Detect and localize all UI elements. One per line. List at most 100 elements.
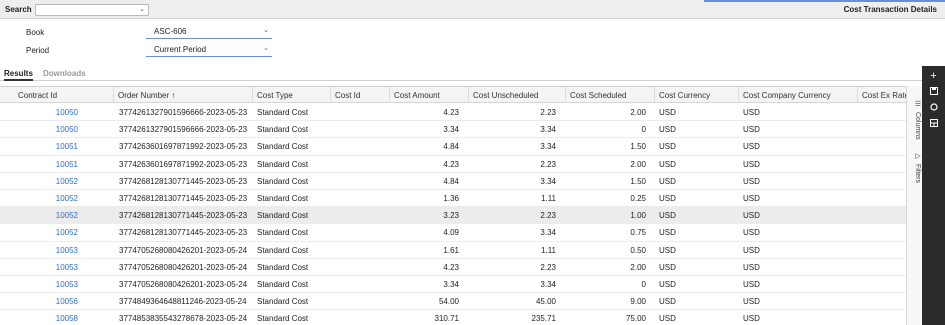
table-row[interactable]: 10053 3774705268080426201-2023-05-24 Stand… bbox=[0, 259, 906, 276]
contract-id-link[interactable]: 10056 bbox=[14, 297, 78, 306]
period-select[interactable]: Current Period ⌄ bbox=[146, 42, 272, 57]
columns-panel-toggle[interactable]: ☰ Columns bbox=[909, 100, 921, 140]
cost-currency-cell: USD bbox=[659, 142, 676, 152]
table-row[interactable]: 10052 3774268128130771445-2023-05-23 Stand… bbox=[0, 173, 906, 190]
contract-id-link[interactable]: 10052 bbox=[14, 211, 78, 220]
table-row[interactable]: 10051 3774263601697871992-2023-05-23 Stand… bbox=[0, 138, 906, 156]
column-header-cost-id[interactable]: Cost Id bbox=[331, 87, 390, 103]
cost-amount-cell: 4.23 bbox=[443, 108, 459, 117]
book-select[interactable]: ASC-606 ⌄ bbox=[146, 24, 272, 39]
columns-icon: ☰ bbox=[914, 100, 921, 108]
tab-downloads[interactable]: Downloads bbox=[43, 69, 86, 78]
right-action-rail: + bbox=[922, 66, 945, 325]
search-select[interactable]: ⌄ bbox=[35, 4, 149, 16]
table-row[interactable]: 10050 377426132790159666б-2023-05-23 Stand… bbox=[0, 104, 906, 122]
cost-currency-cell: USD bbox=[659, 262, 676, 272]
cost-unscheduled-cell: 235.71 bbox=[531, 314, 556, 324]
filters-label: Filters bbox=[914, 163, 921, 184]
order-number-cell: 3774268128130771445-2023-05-23 bbox=[119, 176, 248, 186]
cost-unscheduled-cell: 1.11 bbox=[541, 245, 556, 255]
contract-id-link[interactable]: 10052 bbox=[14, 177, 78, 186]
cost-currency-cell: USD bbox=[659, 125, 676, 135]
column-header-cost-currency[interactable]: Cost Currency bbox=[655, 87, 739, 103]
cost-type-cell: Standard Cost bbox=[257, 280, 309, 289]
contract-id-link[interactable]: 10058 bbox=[14, 314, 78, 323]
cost-amount-cell: 4.84 bbox=[443, 176, 459, 186]
cost-amount-cell: 1.36 bbox=[443, 194, 459, 203]
cost-amount-cell: 54.00 bbox=[438, 297, 459, 307]
cost-currency-cell: USD bbox=[659, 108, 676, 117]
tool-panel-sidebar: ☰ Columns ▷ Filters bbox=[906, 86, 922, 325]
cost-type-cell: Standard Cost bbox=[257, 194, 309, 203]
table-row[interactable]: 10053 3774705268080426201-2023-05-24 Stand… bbox=[0, 276, 906, 294]
contract-id-link[interactable]: 10050 bbox=[14, 125, 78, 134]
company-currency-cell: USD bbox=[743, 245, 760, 255]
layout-icon[interactable] bbox=[927, 118, 940, 130]
cost-unscheduled-cell: 3.34 bbox=[540, 228, 556, 238]
cost-scheduled-cell: 1.00 bbox=[630, 211, 646, 221]
table-row[interactable]: 10052 3774268128130771445-2023-05-23 Stand… bbox=[0, 207, 906, 225]
cost-amount-cell: 3.34 bbox=[443, 125, 459, 135]
contract-id-link[interactable]: 10050 bbox=[14, 108, 78, 117]
contract-id-link[interactable]: 10051 bbox=[14, 160, 78, 169]
order-number-cell: 3774261327901596666-2023-05-23 bbox=[119, 125, 248, 135]
contract-id-link[interactable]: 10053 bbox=[14, 246, 78, 255]
contract-id-link[interactable]: 10052 bbox=[14, 228, 78, 237]
cost-amount-cell: 4.09 bbox=[443, 228, 459, 238]
cost-amount-cell: 4.23 bbox=[443, 262, 459, 272]
table-row[interactable]: 10051 3774263601697871992-2023-05-23 Stand… bbox=[0, 156, 906, 173]
cost-scheduled-cell: 2.00 bbox=[630, 262, 646, 272]
order-number-cell: 3774705268080426201-2023-05-24 bbox=[119, 262, 248, 272]
page-title: Cost Transaction Details bbox=[843, 5, 937, 14]
column-header-cost-scheduled[interactable]: Cost Scheduled bbox=[566, 87, 655, 103]
table-row[interactable]: 10053 3774705268080426201-2023-05-24 Stand… bbox=[0, 242, 906, 259]
contract-id-link[interactable]: 10051 bbox=[14, 142, 78, 151]
order-number-cell: 3774705268080426201-2023-05-24 bbox=[119, 245, 248, 255]
table-row[interactable]: 10058 3774853835543278678-2023-05-24 Stand… bbox=[0, 310, 906, 325]
column-header-cost-ex-rate[interactable]: Cost Ex Rate bbox=[858, 87, 906, 103]
cost-unscheduled-cell: 1.11 bbox=[541, 194, 556, 203]
period-value: Current Period bbox=[154, 45, 207, 54]
contract-id-link[interactable]: 10052 bbox=[14, 194, 78, 203]
save-icon[interactable] bbox=[927, 86, 940, 98]
cost-type-cell: Standard Cost bbox=[257, 125, 309, 135]
cost-type-cell: Standard Cost bbox=[257, 159, 309, 169]
filter-icon: ▷ bbox=[914, 152, 921, 160]
cost-currency-cell: USD bbox=[659, 314, 676, 324]
top-accent-line bbox=[704, 0, 945, 2]
cost-currency-cell: USD bbox=[659, 228, 676, 238]
table-row[interactable]: 10056 3774849364648811246-2023-05-24 Stand… bbox=[0, 293, 906, 311]
plus-icon[interactable]: + bbox=[927, 70, 940, 82]
cost-amount-cell: 3.34 bbox=[443, 280, 459, 289]
results-grid: Contract Id Order Number ↑ Cost Type Cos… bbox=[0, 86, 922, 325]
company-currency-cell: USD bbox=[743, 176, 760, 186]
cost-type-cell: Standard Cost bbox=[257, 108, 309, 117]
cost-currency-cell: USD bbox=[659, 245, 676, 255]
column-header-contract-id[interactable]: Contract Id bbox=[14, 87, 114, 103]
company-currency-cell: USD bbox=[743, 211, 760, 221]
book-label: Book bbox=[26, 28, 45, 37]
contract-id-link[interactable]: 10053 bbox=[14, 280, 78, 289]
table-row[interactable]: 10052 3774268128130771445-2023-05-23 Stand… bbox=[0, 190, 906, 208]
chevron-down-icon: ⌄ bbox=[139, 6, 145, 13]
results-tabs: Results Downloads bbox=[0, 67, 922, 81]
contract-id-link[interactable]: 10053 bbox=[14, 263, 78, 272]
column-header-cost-unscheduled[interactable]: Cost Unscheduled bbox=[469, 87, 566, 103]
column-header-cost-type[interactable]: Cost Type bbox=[253, 87, 331, 103]
cost-type-cell: Standard Cost bbox=[257, 142, 309, 152]
reset-icon[interactable] bbox=[927, 102, 940, 114]
column-header-cost-amount[interactable]: Cost Amount bbox=[390, 87, 469, 103]
cost-unscheduled-cell: 2.23 bbox=[540, 108, 556, 117]
top-bar: Search ⌄ Cost Transaction Details bbox=[0, 0, 945, 19]
filters-panel-toggle[interactable]: ▷ Filters bbox=[909, 152, 921, 183]
cost-type-cell: Standard Cost bbox=[257, 262, 309, 272]
company-currency-cell: USD bbox=[743, 314, 760, 324]
table-row[interactable]: 10052 3774268128130771445-2023-05-23 Stand… bbox=[0, 224, 906, 242]
table-row[interactable]: 10050 3774261327901596666-2023-05-23 Stand… bbox=[0, 121, 906, 139]
cost-scheduled-cell: 2.00 bbox=[630, 108, 646, 117]
column-header-order-number[interactable]: Order Number ↑ bbox=[114, 87, 253, 103]
order-number-cell: 3774268128130771445-2023-05-23 bbox=[119, 211, 248, 221]
column-header-cost-company-currency[interactable]: Cost Company Currency bbox=[739, 87, 858, 103]
tab-results[interactable]: Results bbox=[4, 69, 33, 81]
columns-label: Columns bbox=[914, 111, 921, 140]
